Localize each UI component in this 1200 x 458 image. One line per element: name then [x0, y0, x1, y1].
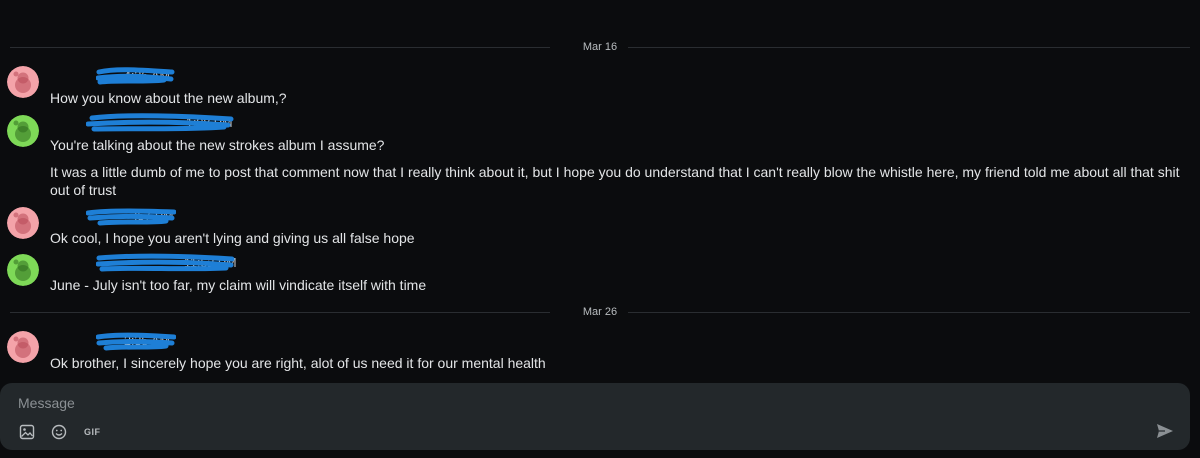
date-label: Mar 16: [574, 41, 626, 53]
message-input[interactable]: Message: [18, 395, 75, 411]
date-label: Mar 26: [574, 306, 626, 318]
gif-button[interactable]: GIF: [82, 427, 101, 437]
message-text: How you know about the new album,?: [50, 90, 287, 106]
avatar[interactable]: [7, 115, 39, 147]
username-redacted[interactable]: [50, 208, 132, 224]
date-divider: Mar 26: [10, 305, 1190, 319]
message-text: Ok brother, I sincerely hope you are rig…: [50, 355, 546, 371]
avatar[interactable]: [7, 331, 39, 363]
date-divider: Mar 16: [10, 40, 1190, 54]
timestamp: :57 PM: [134, 209, 174, 223]
message-text: June - July isn't too far, my claim will…: [50, 277, 427, 293]
chat-window: Mar 16 4:36 AM How you know about the ne…: [0, 0, 1200, 458]
timestamp: 1:08 PM: [186, 116, 233, 130]
message-composer[interactable]: Message GIF: [0, 383, 1190, 450]
username-redacted[interactable]: [50, 68, 122, 84]
image-icon[interactable]: [18, 423, 36, 441]
avatar[interactable]: [7, 66, 39, 98]
username-redacted[interactable]: [50, 333, 122, 349]
timestamp: 4:36 AM: [124, 69, 170, 83]
timestamp: 2:35 AM: [124, 334, 170, 348]
avatar[interactable]: [7, 254, 39, 286]
message-text: It was a little dumb of me to post that …: [50, 164, 1180, 198]
timestamp: 11:52 PM: [184, 256, 237, 270]
message-text: You're talking about the new strokes alb…: [50, 137, 385, 153]
message-text: Ok cool, I hope you aren't lying and giv…: [50, 230, 415, 246]
username-redacted[interactable]: [50, 255, 182, 271]
composer-toolbar: GIF: [18, 423, 101, 441]
username-redacted[interactable]: [50, 115, 184, 131]
emoji-icon[interactable]: [50, 423, 68, 441]
send-icon[interactable]: [1156, 423, 1176, 441]
avatar[interactable]: [7, 207, 39, 239]
